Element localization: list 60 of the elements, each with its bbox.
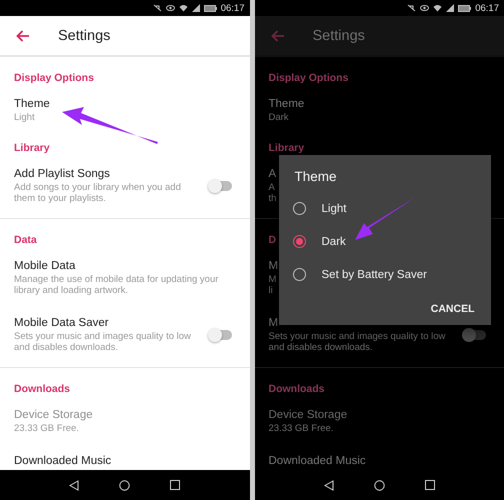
setting-title[interactable]: Downloaded Music <box>268 455 366 467</box>
section-header: Display Options <box>13 71 95 86</box>
section-header: Downloads <box>13 382 72 397</box>
setting-title[interactable]: Device Storage <box>268 409 348 421</box>
battery-icon <box>204 4 217 12</box>
setting-title[interactable]: M <box>268 260 278 272</box>
arrow-drawing <box>354 196 416 241</box>
cancel-button[interactable]: CANCEL <box>424 297 480 321</box>
setting-description: M li <box>268 274 276 296</box>
setting-title[interactable]: Theme <box>14 98 50 110</box>
radio-option[interactable]: Dark <box>278 225 346 258</box>
setting-title[interactable]: Downloaded Music <box>14 455 112 467</box>
section-header: Library <box>268 141 306 156</box>
back-nav-icon[interactable] <box>69 480 80 490</box>
status-time: 06:17 <box>220 2 244 14</box>
section-header: Library <box>13 141 51 156</box>
setting-description: Dark <box>268 112 289 123</box>
recents-nav-icon[interactable] <box>424 480 435 490</box>
setting-title[interactable]: Add Playlist Songs <box>14 168 110 180</box>
back-nav-icon[interactable] <box>324 480 334 490</box>
home-nav-icon[interactable] <box>374 480 385 490</box>
battery-icon <box>458 4 472 12</box>
setting-title[interactable]: M <box>268 317 278 329</box>
signal-icon <box>192 4 200 12</box>
setting-description: Sets your music and images quality to low and disables downloads. <box>14 331 191 353</box>
screen-title: Settings <box>58 28 110 44</box>
setting-title[interactable]: A <box>268 168 276 180</box>
toggle-switch[interactable] <box>464 330 486 340</box>
wifi-icon <box>178 4 188 12</box>
section-header: Display Options <box>268 71 350 86</box>
radio-button[interactable] <box>292 202 306 215</box>
setting-description: Light <box>14 112 35 123</box>
setting-title[interactable]: Mobile Data <box>14 260 76 272</box>
section-header: Downloads <box>268 382 326 397</box>
home-nav-icon[interactable] <box>119 480 130 490</box>
setting-title[interactable]: Theme <box>268 98 304 110</box>
setting-title[interactable]: Mobile Data Saver <box>14 317 109 329</box>
wifi-icon <box>433 4 442 12</box>
setting-description: Sets your music and images quality to low and disables downloads. <box>268 331 446 353</box>
setting-description: Manage the use of mobile data for updating your library and loading artwork. <box>14 274 218 296</box>
back-arrow-icon[interactable] <box>16 30 30 42</box>
status-time: 06:17 <box>475 2 499 14</box>
eye-icon <box>420 4 430 12</box>
radio-button[interactable] <box>292 235 306 248</box>
radio-button[interactable] <box>292 268 306 281</box>
toggle-switch[interactable] <box>210 330 232 340</box>
radio-option[interactable]: Set by Battery Saver <box>278 258 427 291</box>
signal-icon <box>446 4 454 12</box>
eye-icon <box>166 4 175 12</box>
setting-description: 23.33 GB Free. <box>14 423 79 434</box>
setting-description: Add songs to your library when you add them to your playlists. <box>14 182 181 204</box>
screen-title: Settings <box>312 28 365 44</box>
radio-option[interactable]: Light <box>278 192 346 225</box>
section-header: D <box>268 233 278 248</box>
dialog-title: Theme <box>294 169 337 184</box>
setting-description: 23.33 GB Free. <box>268 423 334 434</box>
recents-nav-icon[interactable] <box>170 480 180 490</box>
section-header: Data <box>13 233 38 248</box>
setting-description: A th <box>268 182 276 204</box>
toggle-switch[interactable] <box>210 181 232 191</box>
